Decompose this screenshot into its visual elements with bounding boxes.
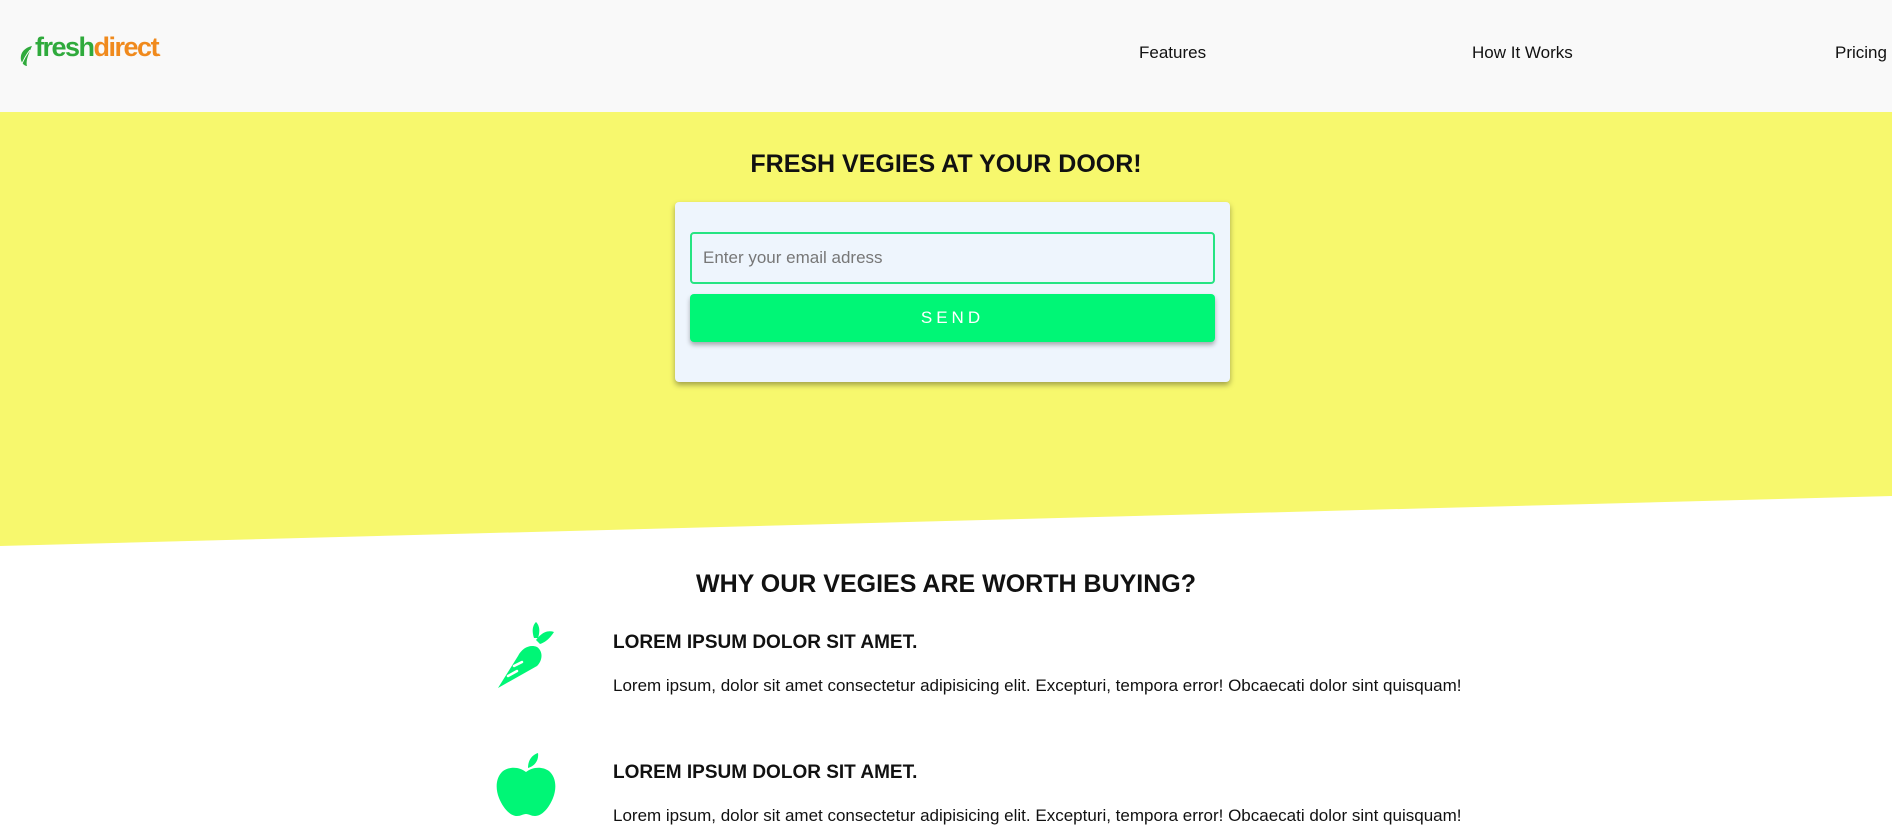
features-title: WHY OUR VEGIES ARE WORTH BUYING? bbox=[695, 570, 1197, 598]
feature-item: LOREM IPSUM DOLOR SIT AMET. Lorem ipsum,… bbox=[490, 620, 1462, 740]
feature-item: LOREM IPSUM DOLOR SIT AMET. Lorem ipsum,… bbox=[490, 750, 1462, 840]
logo-fresh-text: fresh bbox=[35, 32, 95, 62]
logo-dot-text: . bbox=[158, 48, 161, 59]
nav-link-how-it-works[interactable]: How It Works bbox=[1472, 43, 1573, 63]
freshdirect-logo[interactable]: freshdirect. bbox=[18, 31, 161, 70]
feature-text: Lorem ipsum, dolor sit amet consectetur … bbox=[613, 806, 1462, 825]
email-input[interactable] bbox=[690, 232, 1215, 284]
feature-heading: LOREM IPSUM DOLOR SIT AMET. bbox=[613, 762, 918, 783]
send-button[interactable]: SEND bbox=[690, 294, 1215, 342]
feature-heading: LOREM IPSUM DOLOR SIT AMET. bbox=[613, 632, 918, 653]
feature-text: Lorem ipsum, dolor sit amet consectetur … bbox=[613, 676, 1462, 695]
logo-wordmark: freshdirect. bbox=[35, 31, 161, 70]
logo-direct-text: direct bbox=[93, 32, 160, 62]
apple-icon bbox=[496, 753, 556, 816]
navbar: freshdirect. Features How It Works Prici… bbox=[0, 0, 1892, 112]
hero-title: FRESH VEGIES AT YOUR DOOR! bbox=[750, 150, 1142, 178]
nav-link-pricing[interactable]: Pricing bbox=[1835, 43, 1887, 63]
nav-link-features[interactable]: Features bbox=[1139, 43, 1206, 63]
signup-card: SEND bbox=[675, 202, 1230, 382]
leaf-icon bbox=[20, 46, 32, 67]
carrot-icon bbox=[498, 622, 554, 688]
